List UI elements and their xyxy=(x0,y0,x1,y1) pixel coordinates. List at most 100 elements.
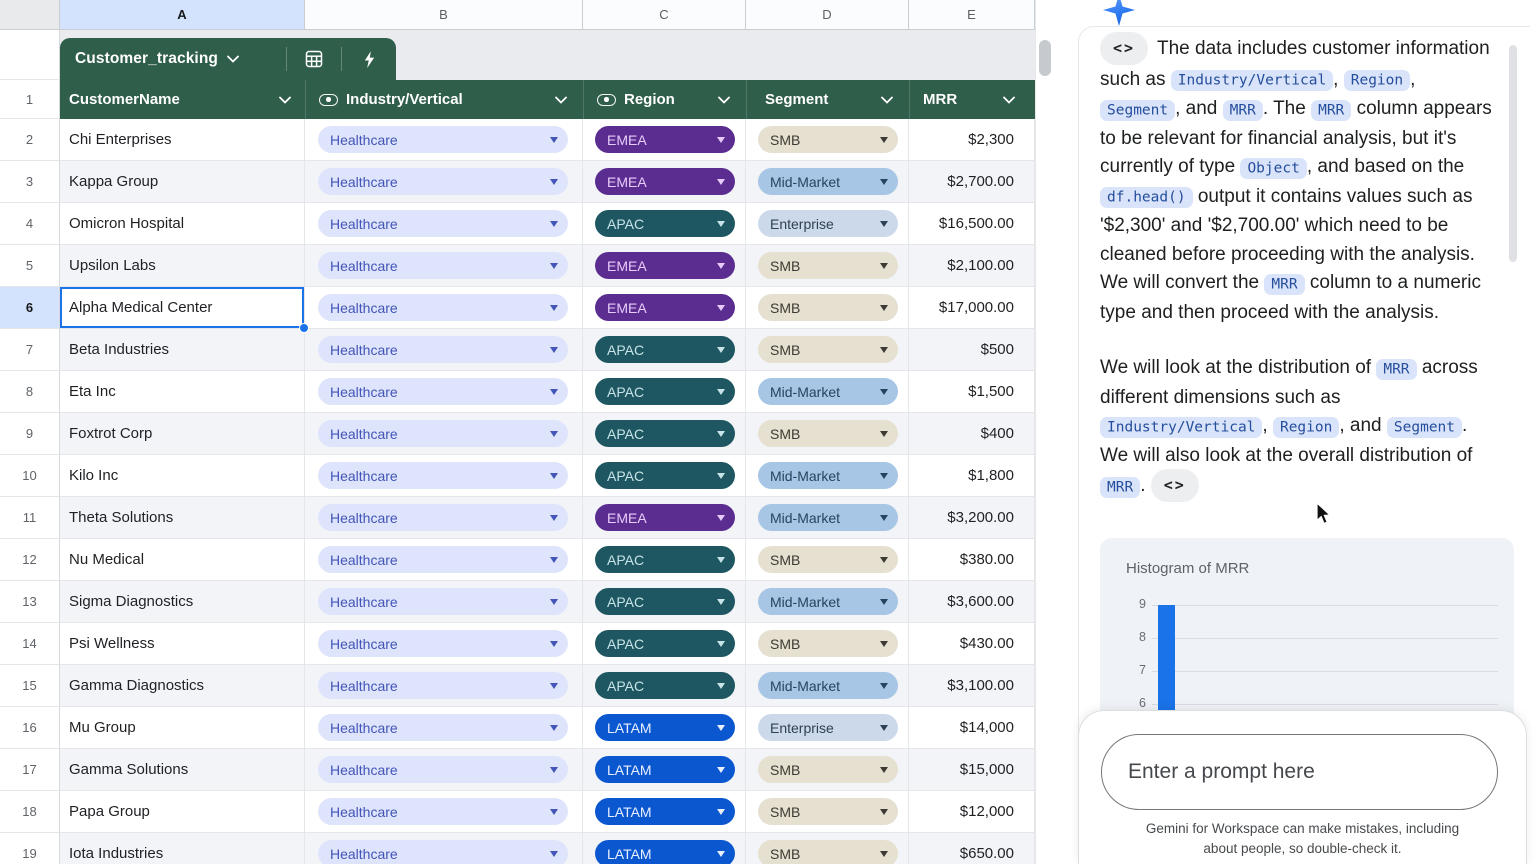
region-chip[interactable]: APAC xyxy=(595,546,735,573)
sidebar-scrollbar-thumb[interactable] xyxy=(1509,45,1517,262)
row-number[interactable]: 13 xyxy=(0,581,60,623)
row-number[interactable]: 4 xyxy=(0,203,60,245)
column-header-a[interactable]: A xyxy=(60,0,305,30)
sheet-vertical-scrollbar[interactable] xyxy=(1035,0,1053,864)
row-number[interactable]: 16 xyxy=(0,707,60,749)
chevron-down-icon[interactable] xyxy=(555,96,567,104)
table-name-tab[interactable]: Customer_tracking xyxy=(60,38,396,80)
column-header-d[interactable]: D xyxy=(746,0,909,30)
region-chip[interactable]: APAC xyxy=(595,210,735,237)
industry-chip[interactable]: Healthcare xyxy=(318,462,568,489)
row-number[interactable]: 10 xyxy=(0,455,60,497)
region-chip[interactable]: EMEA xyxy=(595,504,735,531)
cell-customer-name[interactable]: Gamma Solutions xyxy=(60,749,305,791)
cell-customer-name[interactable]: Upsilon Labs xyxy=(60,245,305,287)
segment-chip[interactable]: Mid-Market xyxy=(758,168,898,195)
cell-mrr[interactable]: $400 xyxy=(909,413,1035,455)
cell-mrr[interactable]: $3,600.00 xyxy=(909,581,1035,623)
row-number[interactable]: 3 xyxy=(0,161,60,203)
cell-customer-name[interactable]: Eta Inc xyxy=(60,371,305,413)
segment-chip[interactable]: SMB xyxy=(758,840,898,864)
segment-chip[interactable]: Mid-Market xyxy=(758,462,898,489)
inline-code-chip[interactable]: MRR xyxy=(1376,358,1417,380)
chevron-down-icon[interactable] xyxy=(718,96,730,104)
cell-mrr[interactable]: $2,100.00 xyxy=(909,245,1035,287)
segment-chip[interactable]: SMB xyxy=(758,252,898,279)
inline-code-chip[interactable]: Segment xyxy=(1100,99,1176,121)
region-chip[interactable]: APAC xyxy=(595,588,735,615)
cell-customer-name[interactable]: Papa Group xyxy=(60,791,305,833)
segment-chip[interactable]: Mid-Market xyxy=(758,378,898,405)
row-number[interactable]: 6 xyxy=(0,287,60,329)
cell-customer-name[interactable]: Kappa Group xyxy=(60,161,305,203)
header-cell-industry[interactable]: Industry/Vertical xyxy=(305,80,583,119)
row-number[interactable]: 19 xyxy=(0,833,60,864)
cell-mrr[interactable]: $380.00 xyxy=(909,539,1035,581)
cell-customer-name[interactable]: Kilo Inc xyxy=(60,455,305,497)
row-number[interactable]: 12 xyxy=(0,539,60,581)
segment-chip[interactable]: SMB xyxy=(758,798,898,825)
segment-chip[interactable]: SMB xyxy=(758,546,898,573)
industry-chip[interactable]: Healthcare xyxy=(318,168,568,195)
cell-mrr[interactable]: $1,800 xyxy=(909,455,1035,497)
segment-chip[interactable]: SMB xyxy=(758,126,898,153)
region-chip[interactable]: EMEA xyxy=(595,252,735,279)
industry-chip[interactable]: Healthcare xyxy=(318,210,568,237)
inline-code-chip[interactable]: MRR xyxy=(1311,99,1352,121)
cell-customer-name[interactable]: Beta Industries xyxy=(60,329,305,371)
table-grid-icon[interactable] xyxy=(287,38,341,80)
header-cell-customername[interactable]: CustomerName xyxy=(60,80,305,119)
header-cell-mrr[interactable]: MRR xyxy=(909,80,1035,119)
cell-customer-name[interactable]: Omicron Hospital xyxy=(60,203,305,245)
cell-mrr[interactable]: $1,500 xyxy=(909,371,1035,413)
region-chip[interactable]: EMEA xyxy=(595,294,735,321)
cell-mrr[interactable]: $17,000.00 xyxy=(909,287,1035,329)
cell-mrr[interactable]: $3,200.00 xyxy=(909,497,1035,539)
lightning-bolt-icon[interactable] xyxy=(342,38,396,80)
chevron-down-icon[interactable] xyxy=(881,96,893,104)
region-chip[interactable]: APAC xyxy=(595,420,735,447)
region-chip[interactable]: LATAM xyxy=(595,756,735,783)
cell-customer-name[interactable]: Sigma Diagnostics xyxy=(60,581,305,623)
segment-chip[interactable]: SMB xyxy=(758,630,898,657)
cell-mrr[interactable]: $14,000 xyxy=(909,707,1035,749)
cell-customer-name[interactable]: Theta Solutions xyxy=(60,497,305,539)
header-cell-region[interactable]: Region xyxy=(583,80,746,119)
cell-mrr[interactable]: $430.00 xyxy=(909,623,1035,665)
region-chip[interactable]: EMEA xyxy=(595,168,735,195)
cell-customer-name[interactable]: Gamma Diagnostics xyxy=(60,665,305,707)
column-header-b[interactable]: B xyxy=(305,0,583,30)
industry-chip[interactable]: Healthcare xyxy=(318,126,568,153)
cell-customer-name[interactable]: Alpha Medical Center xyxy=(60,287,309,333)
cell-customer-name[interactable]: Iota Industries xyxy=(60,833,305,864)
industry-chip[interactable]: Healthcare xyxy=(318,588,568,615)
cell-customer-name[interactable]: Psi Wellness xyxy=(60,623,305,665)
cell-customer-name[interactable]: Chi Enterprises xyxy=(60,119,305,161)
segment-chip[interactable]: Enterprise xyxy=(758,210,898,237)
industry-chip[interactable]: Healthcare xyxy=(318,630,568,657)
inline-code-chip[interactable]: Region xyxy=(1272,416,1340,438)
region-chip[interactable]: APAC xyxy=(595,630,735,657)
cell-customer-name[interactable]: Foxtrot Corp xyxy=(60,413,305,455)
industry-chip[interactable]: Healthcare xyxy=(318,714,568,741)
chevron-down-icon[interactable] xyxy=(279,96,291,104)
inline-code-chip[interactable]: Industry/Vertical xyxy=(1170,70,1334,91)
scrollbar-thumb[interactable] xyxy=(1039,40,1051,76)
industry-chip[interactable]: Healthcare xyxy=(318,672,568,699)
industry-chip[interactable]: Healthcare xyxy=(318,378,568,405)
segment-chip[interactable]: Mid-Market xyxy=(758,588,898,615)
industry-chip[interactable]: Healthcare xyxy=(318,252,568,279)
cell-customer-name[interactable]: Nu Medical xyxy=(60,539,305,581)
region-chip[interactable]: LATAM xyxy=(595,714,735,741)
region-chip[interactable]: APAC xyxy=(595,462,735,489)
industry-chip[interactable]: Healthcare xyxy=(318,840,568,864)
table-name[interactable]: Customer_tracking xyxy=(60,50,218,68)
chevron-down-icon[interactable] xyxy=(1003,96,1015,104)
row-number[interactable]: 1 xyxy=(0,80,60,119)
header-cell-segment[interactable]: Segment xyxy=(746,80,909,119)
region-chip[interactable]: LATAM xyxy=(595,798,735,825)
inline-code-chip[interactable]: df.head() xyxy=(1100,187,1193,208)
segment-chip[interactable]: SMB xyxy=(758,336,898,363)
cell-mrr[interactable]: $3,100.00 xyxy=(909,665,1035,707)
chevron-down-icon[interactable] xyxy=(227,55,239,63)
